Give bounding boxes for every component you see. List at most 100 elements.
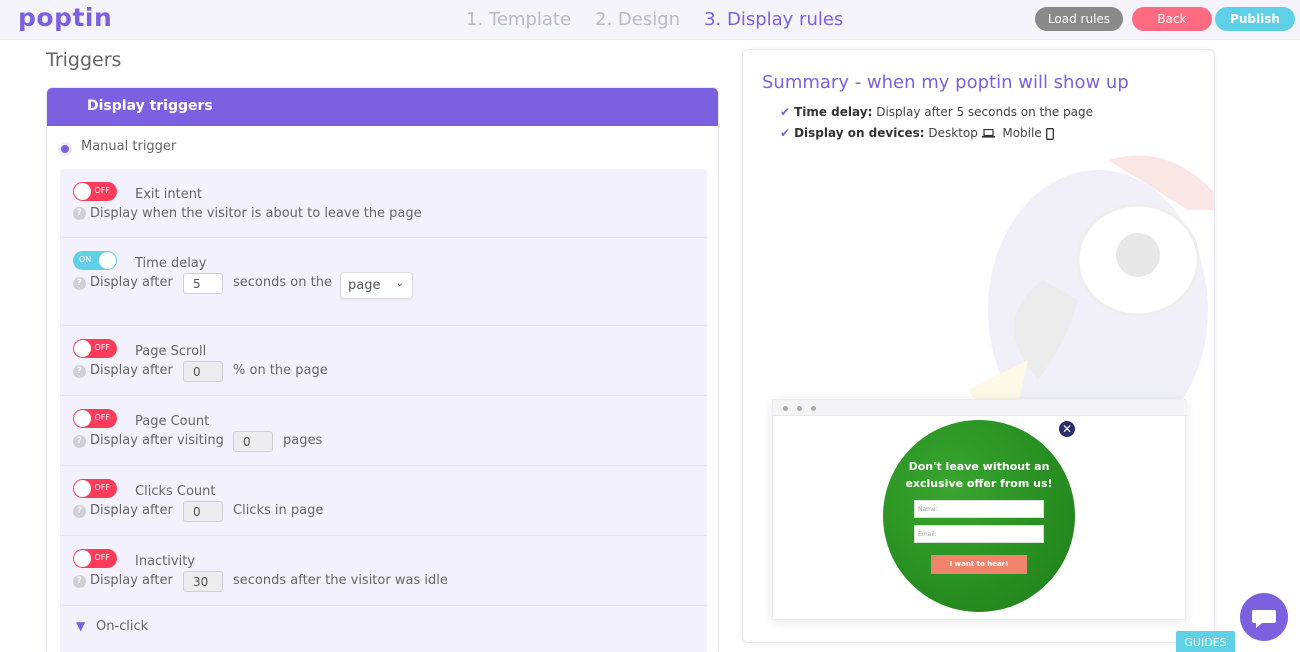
- summary-device-mobile: Mobile: [1002, 126, 1042, 140]
- help-icon[interactable]: ?: [73, 505, 86, 518]
- chat-widget-button[interactable]: [1240, 593, 1288, 641]
- toggle-knob: [74, 550, 91, 567]
- trigger-row-exit-intent: OFF Exit intent ? Display when the visit…: [60, 169, 707, 238]
- guides-button[interactable]: GUIDES: [1176, 631, 1235, 652]
- help-icon[interactable]: ?: [73, 277, 86, 290]
- page-count-prefix: Display after visiting: [90, 433, 224, 448]
- step-template[interactable]: 1. Template: [466, 9, 571, 30]
- manual-trigger-radio[interactable]: [61, 145, 69, 153]
- on-click-label: On-click: [96, 619, 149, 634]
- popup-name-field[interactable]: Name:: [914, 500, 1044, 518]
- help-icon[interactable]: ?: [73, 365, 86, 378]
- page-scroll-title: Page Scroll: [135, 344, 207, 359]
- clicks-count-suffix: Clicks in page: [233, 503, 324, 518]
- page-scroll-suffix: % on the page: [233, 363, 328, 378]
- top-bar: poptin 1. Template 2. Design 3. Display …: [0, 0, 1300, 40]
- toggle-knob: [74, 410, 91, 427]
- time-delay-seconds-input[interactable]: 5: [183, 273, 223, 294]
- chevron-down-icon: ▼: [76, 619, 86, 633]
- summary-title: Summary - when my poptin will show up: [762, 72, 1129, 93]
- page-scroll-percent-input[interactable]: 0: [183, 361, 223, 382]
- trigger-row-clicks-count: OFF Clicks Count ? Display after 0 Click…: [60, 466, 707, 536]
- summary-devices-label: Display on devices:: [794, 126, 925, 140]
- summary-time-delay-label: Time delay:: [794, 105, 873, 119]
- toggle-state-label: OFF: [94, 186, 111, 195]
- page-scroll-prefix: Display after: [90, 363, 173, 378]
- popup-submit-button[interactable]: I want to hear!: [931, 555, 1027, 574]
- toggle-state-label: OFF: [94, 343, 111, 352]
- popup-email-field[interactable]: Email:: [914, 525, 1044, 543]
- back-button[interactable]: Back: [1132, 7, 1212, 31]
- clicks-count-title: Clicks Count: [135, 484, 216, 499]
- toggle-state-label: OFF: [94, 483, 111, 492]
- on-click-section-toggle[interactable]: ▼ On-click: [60, 606, 707, 652]
- help-icon[interactable]: ?: [73, 207, 86, 220]
- triggers-heading: Triggers: [46, 49, 122, 71]
- display-triggers-panel: Display triggers Manual trigger OFF Exit…: [46, 87, 719, 652]
- inactivity-seconds-input[interactable]: 30: [183, 571, 223, 592]
- time-delay-title: Time delay: [135, 256, 207, 271]
- poptin-logo[interactable]: poptin: [18, 3, 112, 32]
- help-icon[interactable]: ?: [73, 435, 86, 448]
- page-count-suffix: pages: [283, 433, 323, 448]
- toggle-state-label: OFF: [94, 553, 111, 562]
- preview-browser-bar: [773, 400, 1187, 416]
- time-delay-suffix: seconds on the: [233, 275, 332, 290]
- step-design[interactable]: 2. Design: [595, 9, 680, 30]
- time-delay-toggle[interactable]: ON: [73, 251, 117, 270]
- popup-preview: ✕ Don't leave without an exclusive offer…: [772, 399, 1187, 620]
- toggle-knob: [74, 183, 91, 200]
- time-delay-prefix: Display after: [90, 275, 173, 290]
- manual-trigger-label: Manual trigger: [81, 139, 177, 154]
- exit-intent-title: Exit intent: [135, 187, 203, 202]
- check-icon: ✔: [780, 105, 791, 119]
- wizard-steps: 1. Template 2. Design 3. Display rules: [466, 9, 843, 30]
- check-icon: ✔: [780, 126, 791, 140]
- popup-headline: Don't leave without an exclusive offer f…: [905, 460, 1053, 490]
- chat-bubble-icon: [1252, 610, 1276, 628]
- page-count-title: Page Count: [135, 414, 210, 429]
- trigger-row-page-count: OFF Page Count ? Display after visiting …: [60, 396, 707, 466]
- exit-intent-toggle[interactable]: OFF: [73, 182, 117, 201]
- summary-device-desktop: Desktop: [928, 126, 978, 140]
- summary-panel: Summary - when my poptin will show up ✔ T…: [742, 49, 1215, 643]
- page-scroll-toggle[interactable]: OFF: [73, 339, 117, 358]
- toggle-knob: [99, 252, 116, 269]
- trigger-row-inactivity: OFF Inactivity ? Display after 30 second…: [60, 536, 707, 606]
- toggle-knob: [74, 340, 91, 357]
- inactivity-suffix: seconds after the visitor was idle: [233, 573, 448, 588]
- summary-devices: ✔ Display on devices: Desktop Mobile: [780, 126, 1054, 140]
- help-icon[interactable]: ?: [73, 575, 86, 588]
- clicks-count-prefix: Display after: [90, 503, 173, 518]
- inactivity-toggle[interactable]: OFF: [73, 549, 117, 568]
- inactivity-prefix: Display after: [90, 573, 173, 588]
- page-count-toggle[interactable]: OFF: [73, 409, 117, 428]
- chevron-down-icon: ⌄: [395, 278, 404, 289]
- laptop-icon: [981, 129, 995, 138]
- trigger-row-page-scroll: OFF Page Scroll ? Display after 0 % on t…: [60, 326, 707, 396]
- summary-time-delay-value: Display after 5 seconds on the page: [876, 105, 1094, 119]
- select-value: page: [348, 278, 381, 293]
- summary-time-delay: ✔ Time delay: Display after 5 seconds on …: [780, 105, 1093, 119]
- clicks-count-toggle[interactable]: OFF: [73, 479, 117, 498]
- close-icon[interactable]: ✕: [1058, 420, 1076, 438]
- trigger-row-time-delay: ON Time delay ? Display after 5 seconds …: [60, 238, 707, 326]
- toggle-state-label: OFF: [94, 413, 111, 422]
- step-display-rules[interactable]: 3. Display rules: [704, 9, 843, 30]
- toggle-knob: [74, 480, 91, 497]
- clicks-count-input[interactable]: 0: [183, 501, 223, 522]
- toggle-state-label: ON: [79, 255, 92, 264]
- mobile-phone-icon: [1045, 127, 1054, 140]
- manual-trigger-option[interactable]: Manual trigger: [47, 126, 718, 168]
- exit-intent-description: Display when the visitor is about to lea…: [90, 206, 422, 221]
- display-triggers-header: Display triggers: [47, 88, 718, 126]
- time-delay-scope-select[interactable]: page ⌄: [340, 272, 413, 299]
- publish-button[interactable]: Publish: [1215, 7, 1295, 31]
- load-rules-button[interactable]: Load rules: [1035, 7, 1123, 31]
- page-count-input[interactable]: 0: [233, 431, 273, 452]
- window-dot: [783, 406, 788, 411]
- window-dot: [811, 406, 816, 411]
- inactivity-title: Inactivity: [135, 554, 195, 569]
- trigger-list: OFF Exit intent ? Display when the visit…: [60, 169, 707, 652]
- window-dot: [797, 406, 802, 411]
